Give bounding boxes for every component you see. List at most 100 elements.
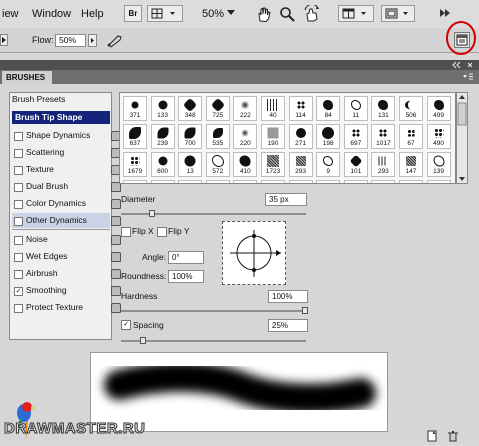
brush-preset-cell[interactable]: 239 bbox=[150, 124, 175, 149]
trash-icon[interactable] bbox=[447, 430, 459, 442]
brush-option-item[interactable]: Shape Dynamics bbox=[12, 128, 121, 143]
option-checkbox[interactable]: ✓ bbox=[14, 287, 23, 296]
menu-window[interactable]: Window bbox=[32, 8, 71, 20]
option-checkbox[interactable] bbox=[14, 183, 23, 192]
brush-preset-cell[interactable]: 190 bbox=[261, 124, 285, 149]
option-checkbox[interactable] bbox=[14, 132, 23, 141]
arrange-documents-button[interactable] bbox=[338, 5, 374, 22]
brush-preset-cell[interactable]: 11 bbox=[343, 96, 368, 121]
brush-option-item[interactable]: Airbrush bbox=[12, 266, 121, 281]
brush-preset-cell[interactable]: 637 bbox=[123, 124, 147, 149]
brush-option-item[interactable]: ✓ Smoothing bbox=[12, 283, 121, 298]
option-checkbox[interactable] bbox=[14, 149, 23, 158]
lock-icon[interactable] bbox=[111, 252, 121, 262]
brush-preset-cell[interactable]: 572 bbox=[205, 152, 230, 177]
brush-preset-cell[interactable]: 271 bbox=[288, 124, 313, 149]
option-checkbox[interactable] bbox=[14, 217, 23, 226]
brush-preset-cell[interactable]: 9 bbox=[316, 152, 341, 177]
diameter-slider-thumb[interactable] bbox=[149, 210, 155, 217]
brush-preset-cell[interactable] bbox=[399, 180, 423, 183]
spacing-checkbox[interactable]: ✓ bbox=[121, 320, 131, 330]
lock-icon[interactable] bbox=[111, 269, 121, 279]
brush-tip-shape-item[interactable]: Brush Tip Shape bbox=[12, 111, 110, 124]
brush-preset-cell[interactable]: 700 bbox=[178, 124, 203, 149]
flip-x-checkbox[interactable] bbox=[121, 227, 131, 237]
brush-preset-cell[interactable] bbox=[205, 180, 230, 183]
brush-preset-cell[interactable]: 133 bbox=[150, 96, 175, 121]
brush-option-item[interactable]: Dual Brush bbox=[12, 179, 121, 194]
tab-brushes[interactable]: BRUSHES bbox=[2, 71, 52, 84]
brush-preset-cell[interactable] bbox=[426, 180, 451, 183]
view-extras-button[interactable] bbox=[147, 5, 183, 22]
brush-preset-cell[interactable]: 1679 bbox=[123, 152, 147, 177]
new-preset-icon[interactable] bbox=[426, 430, 438, 442]
brush-option-item[interactable]: Wet Edges bbox=[12, 249, 121, 264]
spacing-slider-thumb[interactable] bbox=[140, 337, 146, 344]
brush-preset-cell[interactable]: 697 bbox=[343, 124, 368, 149]
brush-option-item[interactable]: Noise bbox=[12, 232, 121, 247]
brush-preset-cell[interactable]: 84 bbox=[316, 96, 341, 121]
brush-preset-cell[interactable] bbox=[261, 180, 285, 183]
option-checkbox[interactable] bbox=[14, 236, 23, 245]
brush-presets-item[interactable]: Brush Presets bbox=[12, 94, 65, 104]
brush-preset-cell[interactable]: 348 bbox=[178, 96, 203, 121]
rotate-view-icon[interactable] bbox=[303, 5, 321, 23]
screen-mode-button[interactable] bbox=[381, 5, 415, 22]
brush-preset-cell[interactable]: 67 bbox=[399, 124, 423, 149]
brush-option-item[interactable]: Scattering bbox=[12, 145, 121, 160]
brush-preset-cell[interactable]: 506 bbox=[399, 96, 423, 121]
hardness-slider-thumb[interactable] bbox=[302, 307, 308, 314]
brush-preset-cell[interactable]: 131 bbox=[371, 96, 396, 121]
brush-preset-cell[interactable]: 371 bbox=[123, 96, 147, 121]
zoom-level[interactable]: 50% bbox=[202, 8, 224, 20]
angle-roundness-preview[interactable] bbox=[222, 221, 286, 285]
panel-menu-icon[interactable] bbox=[462, 73, 474, 81]
brush-preset-cell[interactable]: 147 bbox=[399, 152, 423, 177]
brush-option-item[interactable]: Other Dynamics bbox=[12, 213, 121, 228]
collapse-panel-icon[interactable] bbox=[452, 61, 476, 69]
flow-dropdown-button[interactable] bbox=[88, 34, 97, 47]
brush-option-item[interactable]: Texture bbox=[12, 162, 121, 177]
option-checkbox[interactable] bbox=[14, 166, 23, 175]
brush-preset-cell[interactable]: 293 bbox=[288, 152, 313, 177]
flip-y-checkbox[interactable] bbox=[157, 227, 167, 237]
menu-view[interactable]: iew bbox=[2, 8, 19, 20]
brush-preset-cell[interactable]: 490 bbox=[426, 124, 451, 149]
brush-preset-cell[interactable]: 13 bbox=[178, 152, 203, 177]
brush-preset-cell[interactable]: 139 bbox=[426, 152, 451, 177]
brush-preset-cell[interactable]: 40 bbox=[261, 96, 285, 121]
brush-preset-cell[interactable] bbox=[150, 180, 175, 183]
hardness-field[interactable]: 100% bbox=[268, 290, 308, 303]
brush-preset-cell[interactable] bbox=[371, 180, 396, 183]
lock-icon[interactable] bbox=[111, 216, 121, 226]
option-checkbox[interactable] bbox=[14, 200, 23, 209]
menu-help[interactable]: Help bbox=[81, 8, 104, 20]
brush-preset-cell[interactable] bbox=[123, 180, 147, 183]
option-checkbox[interactable] bbox=[14, 270, 23, 279]
brush-preset-cell[interactable]: 1723 bbox=[261, 152, 285, 177]
brush-preset-cell[interactable]: 499 bbox=[426, 96, 451, 121]
lock-icon[interactable] bbox=[111, 235, 121, 245]
prev-option-button[interactable] bbox=[0, 34, 8, 46]
option-checkbox[interactable] bbox=[14, 253, 23, 262]
brush-preset-cell[interactable] bbox=[343, 180, 368, 183]
brush-preset-cell[interactable]: 1017 bbox=[371, 124, 396, 149]
brush-preset-cell[interactable] bbox=[316, 180, 341, 183]
lock-icon[interactable] bbox=[111, 286, 121, 296]
zoom-dropdown-icon[interactable] bbox=[226, 9, 236, 17]
angle-field[interactable]: 0° bbox=[168, 251, 204, 264]
grid-scrollbar[interactable] bbox=[456, 92, 468, 184]
brush-preset-cell[interactable]: 101 bbox=[343, 152, 368, 177]
flow-field[interactable]: 50% bbox=[55, 34, 86, 47]
brush-option-item[interactable]: Protect Texture bbox=[12, 300, 121, 315]
brush-preset-cell[interactable] bbox=[233, 180, 258, 183]
brush-preset-cell[interactable] bbox=[288, 180, 313, 183]
brush-preset-cell[interactable]: 293 bbox=[371, 152, 396, 177]
airbrush-icon[interactable] bbox=[106, 32, 124, 48]
brush-option-item[interactable]: Color Dynamics bbox=[12, 196, 121, 211]
spacing-slider[interactable] bbox=[121, 340, 306, 342]
bridge-button[interactable]: Br bbox=[124, 5, 142, 22]
zoom-tool-icon[interactable] bbox=[279, 6, 295, 23]
option-checkbox[interactable] bbox=[14, 304, 23, 313]
roundness-field[interactable]: 100% bbox=[168, 270, 204, 283]
